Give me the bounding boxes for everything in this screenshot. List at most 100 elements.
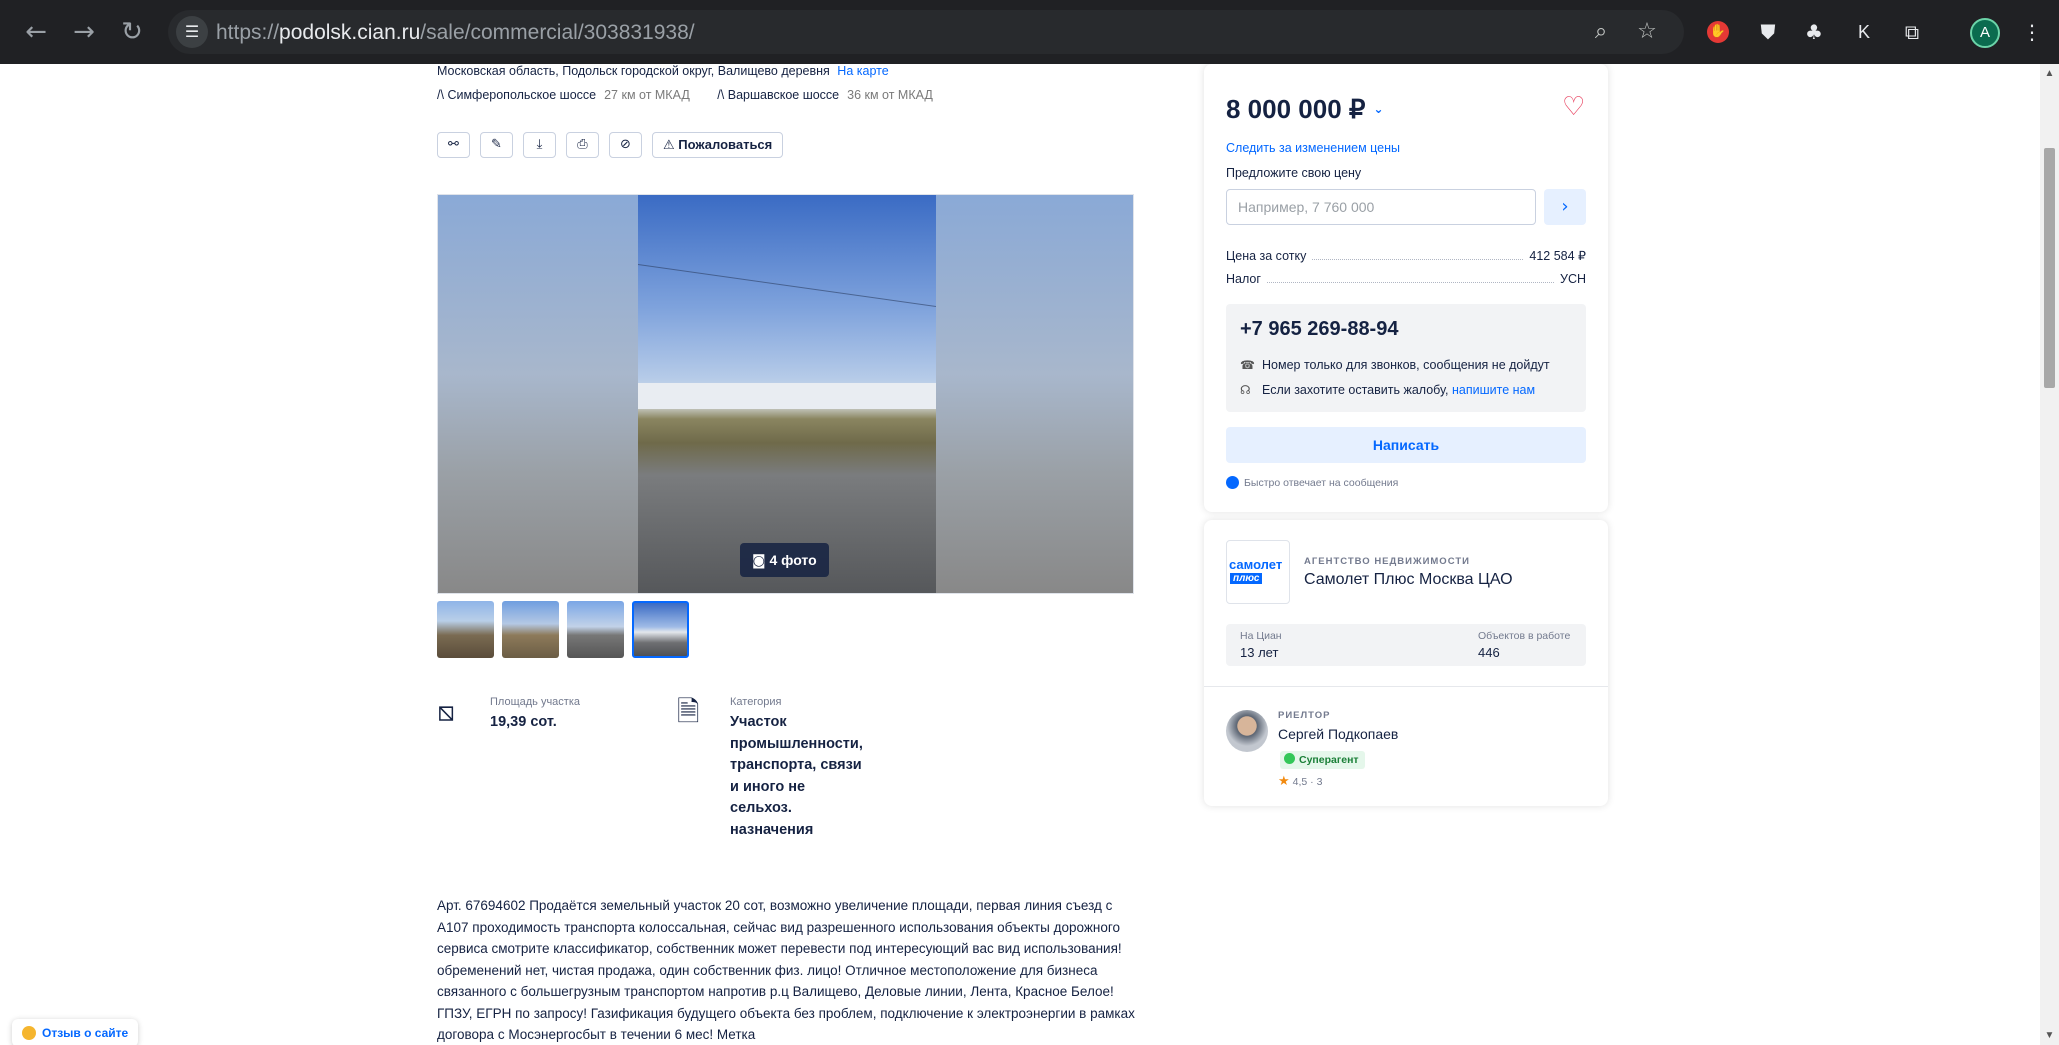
badge-label: Суперагент [1299, 754, 1359, 766]
kv-label: Цена за сотку [1226, 249, 1307, 263]
hide-icon[interactable]: ⊘ [609, 132, 642, 158]
price-history-chevron-icon[interactable]: ⌄ [1373, 102, 1383, 116]
price-card: 8 000 000 ₽ ⌄ ♡ Следить за изменением цен… [1204, 64, 1608, 512]
profile-avatar[interactable]: A [1970, 18, 2000, 48]
back-icon[interactable]: ← [20, 16, 52, 48]
offer-price-input[interactable] [1226, 189, 1536, 225]
fast-reply-note: Быстро отвечает на сообщения [1226, 476, 1398, 489]
scrollbar[interactable]: ▲ ▼ [2040, 64, 2059, 1045]
url-text[interactable]: https://podolsk.cian.ru/sale/commercial/… [216, 21, 695, 45]
kv-value: УСН [1560, 272, 1586, 286]
agent-role: РИЕЛТОР [1278, 710, 1331, 721]
camera-icon: ◙ [752, 553, 766, 569]
highways: /\ Симферопольское шоссе 27 км от МКАД /\… [437, 88, 957, 102]
stat-value: 446 [1478, 645, 1500, 660]
scroll-down-icon[interactable]: ▼ [2044, 1030, 2055, 1041]
stat-label: Объектов в работе [1478, 630, 1571, 642]
phone-icon: ☎ [1240, 358, 1255, 372]
fast-reply-text: Быстро отвечает на сообщения [1244, 477, 1399, 489]
divider [1204, 686, 1608, 687]
phone-number[interactable]: +7 965 269-88-94 [1240, 318, 1398, 341]
highway-name: Варшавское шоссе [727, 88, 840, 102]
kv-value: 412 584 ₽ [1529, 249, 1586, 263]
photo-thumbnails [437, 601, 689, 658]
share-icon[interactable]: ⚯ [437, 132, 470, 158]
agency-type: АГЕНТСТВО НЕДВИЖИМОСТИ [1304, 556, 1470, 567]
address-text: Московская область, Подольск городской о… [437, 64, 830, 78]
puzzle-extensions-icon[interactable]: ⧉ [1898, 18, 1926, 46]
extension-icon[interactable]: ♣ [1800, 18, 1828, 46]
photo-building [638, 383, 936, 409]
print-icon[interactable]: ⎙ [566, 132, 599, 158]
photo-count-button[interactable]: ◙ 4 фото [740, 543, 829, 577]
edit-icon[interactable]: ✎ [480, 132, 513, 158]
site-info-icon[interactable]: ☰ [176, 16, 208, 48]
thumbnail[interactable] [502, 601, 559, 658]
price: 8 000 000 ₽ ⌄ [1226, 94, 1384, 125]
follow-price-link[interactable]: Следить за изменением цены [1226, 141, 1400, 155]
headset-icon: ☊ [1240, 383, 1251, 397]
shield-extension-icon[interactable]: ⛊ [1754, 18, 1782, 46]
agent-rating[interactable]: ★ 4,5 · 3 [1278, 774, 1322, 789]
feature-value: 19,39 сот. [490, 714, 557, 730]
rating-value: 4,5 · 3 [1292, 776, 1323, 788]
thumbnail-selected[interactable] [632, 601, 689, 658]
logo-line: самолет [1229, 557, 1283, 572]
tax-row: Налог УСН [1226, 272, 1586, 286]
agency-logo[interactable]: самолет плюс [1226, 540, 1290, 604]
thumbnail[interactable] [437, 601, 494, 658]
forward-icon[interactable]: → [68, 16, 100, 48]
scroll-up-icon[interactable]: ▲ [2044, 68, 2055, 79]
complaint-note: ☊ Если захотите оставить жалобу, напишите… [1240, 383, 1535, 397]
offer-submit-button[interactable]: › [1544, 189, 1586, 225]
url-host: podolsk.cian.ru [279, 21, 421, 44]
kebab-menu-icon[interactable]: ⋮ [2018, 18, 2046, 46]
logo-line: плюс [1230, 573, 1263, 584]
write-message-button[interactable]: Написать [1226, 427, 1586, 463]
address-bar[interactable]: ☰ https://podolsk.cian.ru/sale/commercia… [168, 10, 1684, 54]
listing-description: Арт. 67694602 Продаётся земельный участо… [437, 898, 1135, 1042]
bookmark-star-icon[interactable]: ☆ [1634, 19, 1660, 45]
complaint-link[interactable]: напишите нам [1452, 383, 1535, 397]
complaint-prefix: Если захотите оставить жалобу, [1262, 383, 1449, 397]
main-photo[interactable] [638, 195, 936, 593]
document-info-icon: 🗎 [677, 695, 700, 728]
agency-stats: На Циан 13 лет Объектов в работе 446 [1226, 624, 1586, 666]
superagent-badge: Суперагент [1280, 751, 1365, 769]
thumbnail[interactable] [567, 601, 624, 658]
agency-card: самолет плюс АГЕНТСТВО НЕДВИЖИМОСТИ Само… [1204, 520, 1608, 806]
photo-wires [638, 264, 936, 366]
warning-icon: ⚠ [663, 138, 675, 153]
area-icon: ⧅ [437, 695, 455, 728]
favorite-heart-icon[interactable]: ♡ [1562, 92, 1585, 122]
adblock-extension-icon[interactable]: ✋ [1707, 21, 1729, 43]
highway-icon: /\ [437, 88, 444, 102]
price-value: 8 000 000 ₽ [1226, 94, 1366, 124]
feedback-label: Отзыв о сайте [42, 1026, 129, 1040]
map-link[interactable]: На карте [837, 64, 888, 78]
url-path: /sale/commercial/303831938/ [420, 21, 695, 44]
highway-distance: 27 км от МКАД [604, 88, 690, 102]
k-extension-icon[interactable]: K [1850, 18, 1878, 46]
photo-gallery[interactable]: ◙ 4 фото [437, 194, 1134, 594]
feature-label: Категория [730, 696, 782, 708]
download-icon[interactable]: ⤓ [523, 132, 556, 158]
highway-icon: /\ [717, 88, 725, 102]
dotted-leader [1312, 259, 1524, 260]
complain-label: Пожаловаться [678, 137, 773, 152]
scroll-thumb[interactable] [2044, 148, 2055, 388]
agent-name[interactable]: Сергей Подкопаев [1278, 726, 1398, 742]
phone-note: ☎ Номер только для звонков, сообщения не … [1240, 358, 1550, 372]
reload-icon[interactable]: ↻ [116, 16, 148, 48]
offer-label: Предложите свою цену [1226, 166, 1362, 180]
clock-icon [1226, 476, 1239, 489]
highway-distance: 36 км от МКАД [847, 88, 933, 102]
agent-avatar[interactable] [1226, 710, 1268, 752]
url-scheme: https:// [216, 21, 280, 44]
site-feedback-button[interactable]: Отзыв о сайте [12, 1019, 139, 1045]
complain-button[interactable]: ⚠ Пожаловаться [652, 132, 784, 158]
kv-label: Налог [1226, 272, 1261, 286]
zoom-icon[interactable]: ⌕ [1588, 19, 1614, 45]
smile-icon [22, 1026, 36, 1040]
agency-name[interactable]: Самолет Плюс Москва ЦАО [1304, 571, 1513, 589]
